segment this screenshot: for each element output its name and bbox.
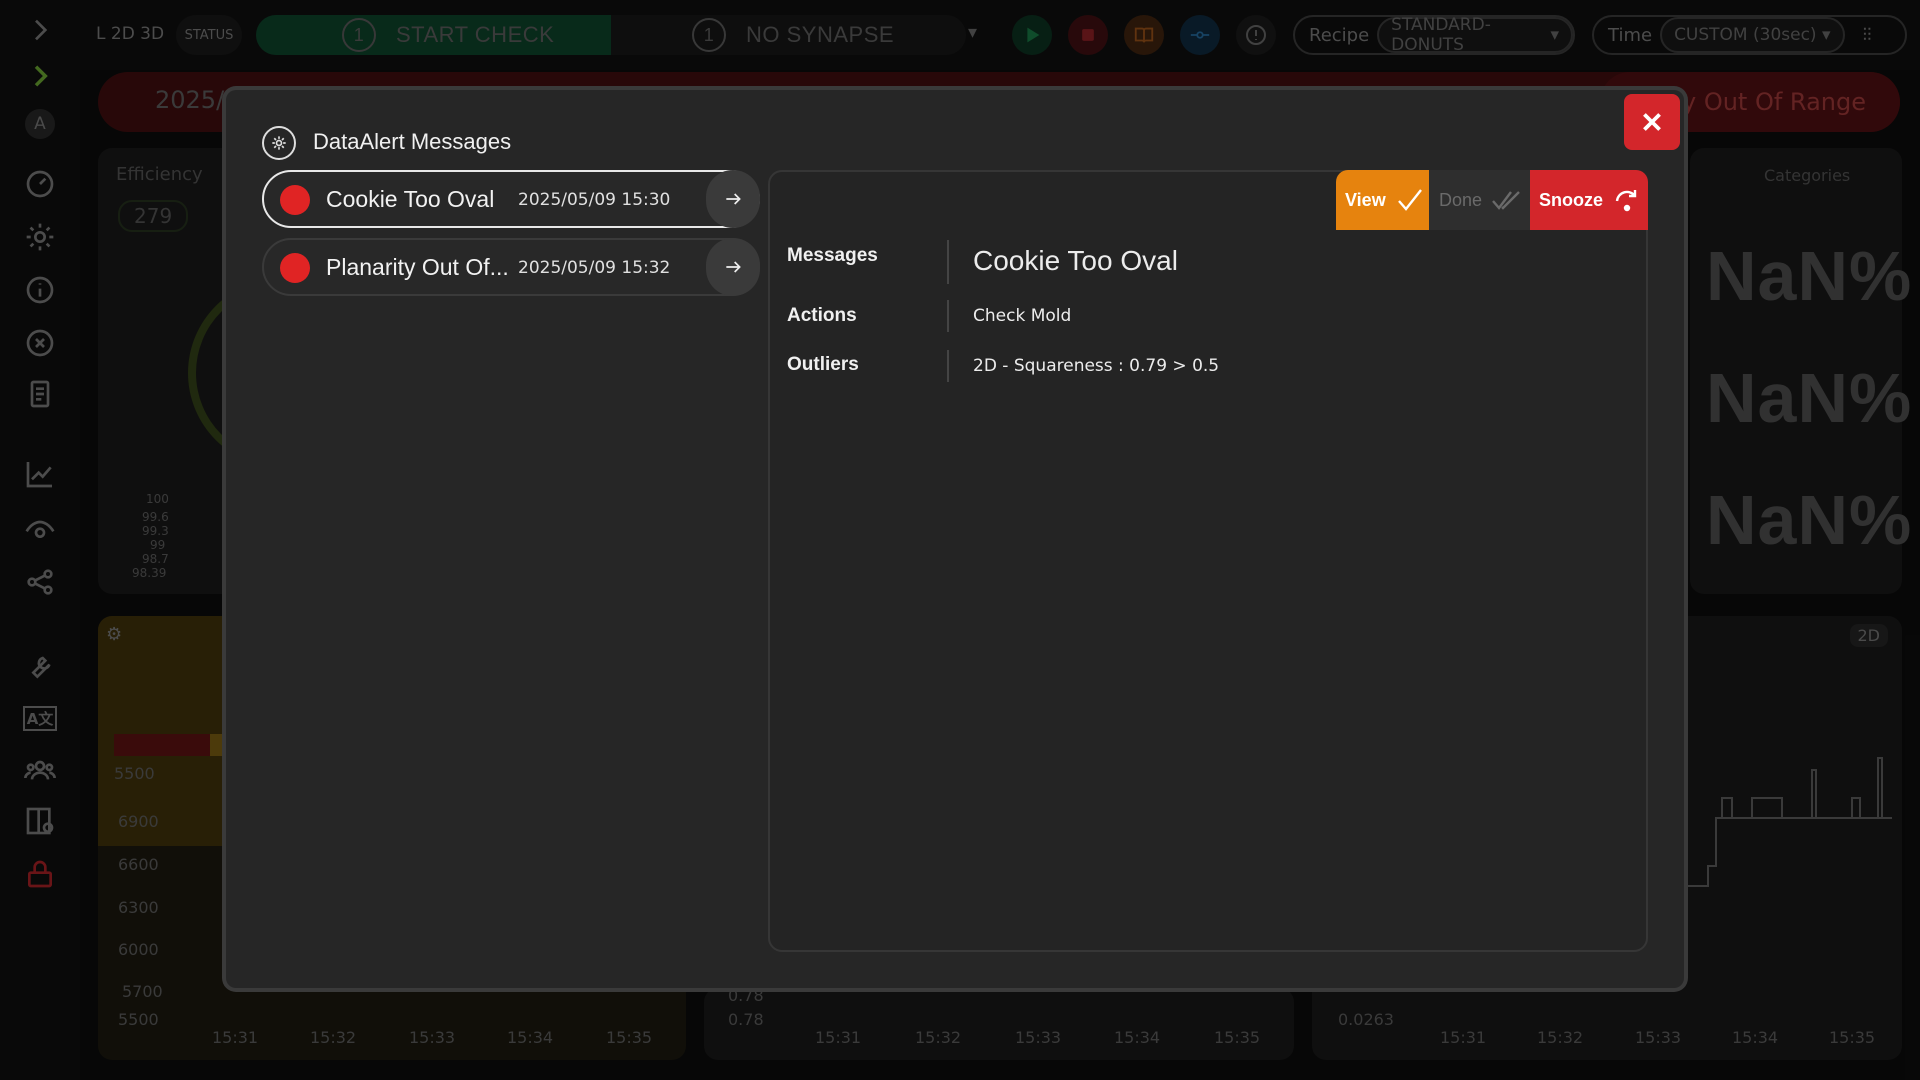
actions-label: Actions xyxy=(787,305,857,326)
double-check-icon xyxy=(1492,191,1520,210)
snooze-button[interactable]: Snooze xyxy=(1530,170,1648,230)
view-label: View xyxy=(1345,189,1386,210)
snooze-label: Snooze xyxy=(1539,189,1604,210)
gear-icon xyxy=(262,126,296,160)
alert-detail-panel xyxy=(768,170,1648,952)
alert-date: 2025/05/09 15:30 xyxy=(518,190,671,210)
outliers-value: 2D - Squareness : 0.79 > 0.5 xyxy=(973,356,1220,376)
messages-label: Messages xyxy=(787,245,878,266)
actions-value: Check Mold xyxy=(973,306,1072,326)
alert-name: Cookie Too Oval xyxy=(326,186,495,212)
row-divider xyxy=(947,240,949,284)
messages-value: Cookie Too Oval xyxy=(973,245,1178,276)
alert-list-item[interactable]: Planarity Out Of... 2025/05/09 15:32 xyxy=(262,238,760,296)
open-alert-button[interactable] xyxy=(706,170,760,228)
alert-list-item[interactable]: Cookie Too Oval 2025/05/09 15:30 xyxy=(262,170,760,228)
outliers-label: Outliers xyxy=(787,354,859,375)
close-icon xyxy=(1643,113,1661,131)
alert-status-dot xyxy=(280,253,310,283)
close-button[interactable] xyxy=(1624,94,1680,150)
arrow-right-icon xyxy=(726,261,741,273)
check-icon xyxy=(1397,189,1422,211)
done-label: Done xyxy=(1439,189,1483,210)
alert-date: 2025/05/09 15:32 xyxy=(518,258,671,278)
open-alert-button[interactable] xyxy=(706,238,760,296)
alert-name: Planarity Out Of... xyxy=(326,254,509,280)
modal-title: DataAlert Messages xyxy=(313,129,512,154)
arrow-right-icon xyxy=(726,193,741,205)
row-divider xyxy=(947,300,949,332)
alert-status-dot xyxy=(280,185,310,215)
view-button[interactable]: View xyxy=(1336,170,1429,230)
snooze-icon xyxy=(1615,190,1637,212)
row-divider xyxy=(947,350,949,382)
done-button[interactable]: Done xyxy=(1429,170,1530,230)
